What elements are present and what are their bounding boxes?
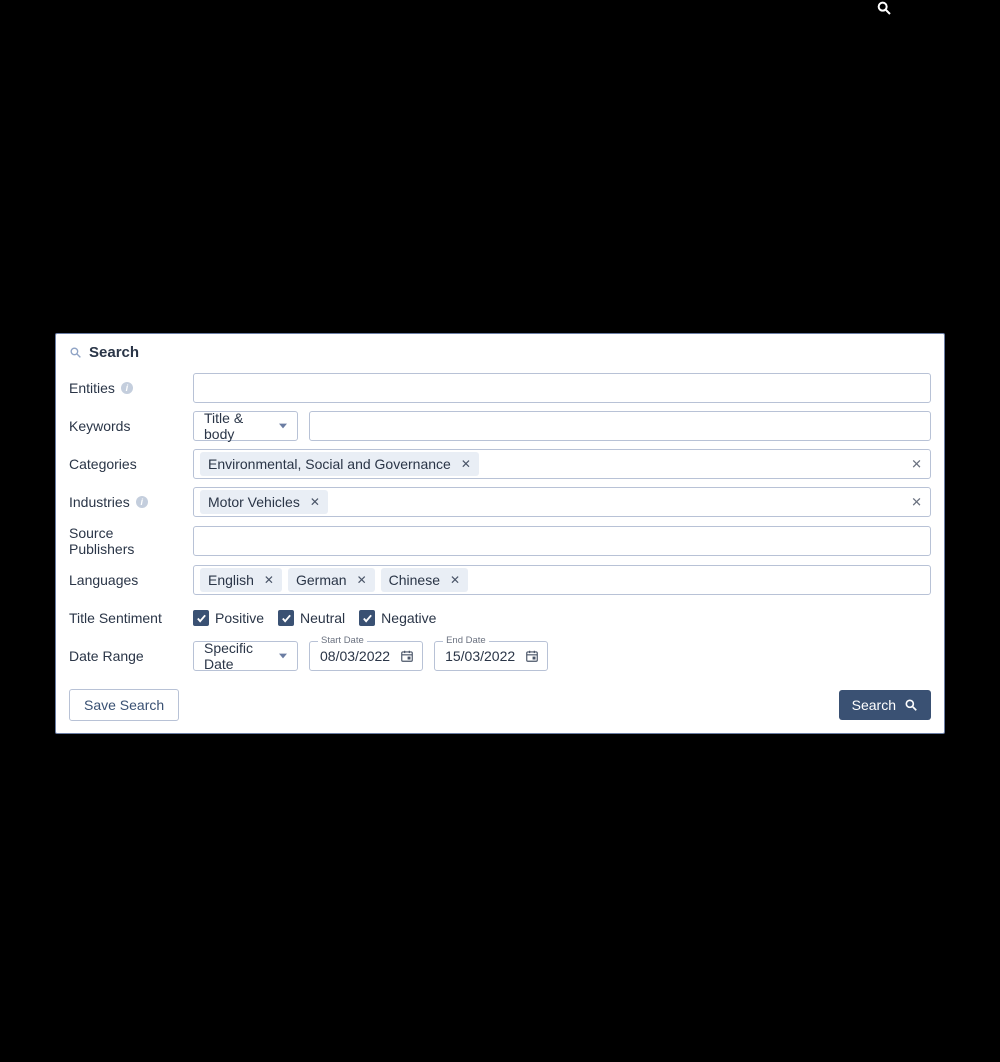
checkbox-icon <box>359 610 375 626</box>
label-keywords: Keywords <box>69 418 182 434</box>
save-search-button[interactable]: Save Search <box>69 689 179 721</box>
label-categories: Categories <box>69 456 182 472</box>
close-icon[interactable]: ✕ <box>310 496 320 508</box>
row-categories: Categories Environmental, Social and Gov… <box>69 449 931 479</box>
close-icon[interactable]: ✕ <box>357 574 367 586</box>
row-source-publishers: Source Publishers <box>69 525 931 557</box>
panel-header: Search <box>69 344 931 361</box>
entities-field[interactable] <box>193 373 931 403</box>
keywords-scope-select[interactable]: Title & body <box>193 411 298 441</box>
start-date-legend: Start Date <box>318 635 367 646</box>
calendar-icon[interactable] <box>400 649 414 663</box>
close-icon[interactable]: ✕ <box>264 574 274 586</box>
chip-industry: Motor Vehicles ✕ <box>200 490 328 514</box>
start-date-value: 08/03/2022 <box>320 648 390 664</box>
info-icon[interactable]: i <box>136 496 148 508</box>
row-keywords: Keywords Title & body <box>69 411 931 441</box>
keywords-scope-value: Title & body <box>204 410 261 442</box>
label-industries: Industries i <box>69 494 182 510</box>
categories-input[interactable] <box>485 453 900 475</box>
end-date-value: 15/03/2022 <box>445 648 515 664</box>
label-date-range: Date Range <box>69 648 182 664</box>
chip-category: Environmental, Social and Governance ✕ <box>200 452 479 476</box>
source-publishers-field[interactable] <box>193 526 931 556</box>
search-icon <box>904 698 918 712</box>
close-icon[interactable]: ✕ <box>461 458 471 470</box>
chip-language: Chinese ✕ <box>381 568 468 592</box>
search-icon <box>69 346 82 359</box>
row-date-range: Date Range Specific Date Start Date 08/0… <box>69 641 931 671</box>
panel-title: Search <box>89 344 139 361</box>
label-source-publishers: Source Publishers <box>69 525 182 557</box>
clear-icon[interactable]: ✕ <box>911 496 922 509</box>
languages-field[interactable]: English ✕ German ✕ Chinese ✕ <box>193 565 931 595</box>
search-panel: Search Entities i Keywords Title & body … <box>55 333 945 734</box>
entities-input[interactable] <box>200 377 900 399</box>
checkbox-icon <box>193 610 209 626</box>
label-title-sentiment: Title Sentiment <box>69 610 182 626</box>
checkbox-positive[interactable]: Positive <box>193 610 264 626</box>
checkbox-icon <box>278 610 294 626</box>
search-button[interactable]: Search <box>839 690 931 720</box>
chip-language: English ✕ <box>200 568 282 592</box>
search-icon[interactable] <box>876 0 892 16</box>
label-entities: Entities i <box>69 380 182 396</box>
close-icon[interactable]: ✕ <box>450 574 460 586</box>
date-mode-select[interactable]: Specific Date <box>193 641 298 671</box>
caret-down-icon <box>279 423 287 429</box>
start-date-field[interactable]: Start Date 08/03/2022 <box>309 641 423 671</box>
keywords-input[interactable] <box>316 415 900 437</box>
industries-input[interactable] <box>334 491 900 513</box>
keywords-field[interactable] <box>309 411 931 441</box>
languages-input[interactable] <box>474 569 900 591</box>
categories-field[interactable]: Environmental, Social and Governance ✕ ✕ <box>193 449 931 479</box>
checkbox-negative[interactable]: Negative <box>359 610 436 626</box>
date-mode-value: Specific Date <box>204 640 261 672</box>
industries-field[interactable]: Motor Vehicles ✕ ✕ <box>193 487 931 517</box>
calendar-icon[interactable] <box>525 649 539 663</box>
end-date-field[interactable]: End Date 15/03/2022 <box>434 641 548 671</box>
row-title-sentiment: Title Sentiment Positive Neutral Negativ… <box>69 603 931 633</box>
info-icon[interactable]: i <box>121 382 133 394</box>
chip-language: German ✕ <box>288 568 375 592</box>
source-publishers-input[interactable] <box>200 530 900 552</box>
clear-icon[interactable]: ✕ <box>911 458 922 471</box>
panel-footer: Save Search Search <box>69 689 931 721</box>
row-industries: Industries i Motor Vehicles ✕ ✕ <box>69 487 931 517</box>
row-languages: Languages English ✕ German ✕ Chinese ✕ <box>69 565 931 595</box>
caret-down-icon <box>279 653 287 659</box>
label-languages: Languages <box>69 572 182 588</box>
sentiment-checkbox-group: Positive Neutral Negative <box>193 610 450 626</box>
row-entities: Entities i <box>69 373 931 403</box>
checkbox-neutral[interactable]: Neutral <box>278 610 345 626</box>
end-date-legend: End Date <box>443 635 489 646</box>
